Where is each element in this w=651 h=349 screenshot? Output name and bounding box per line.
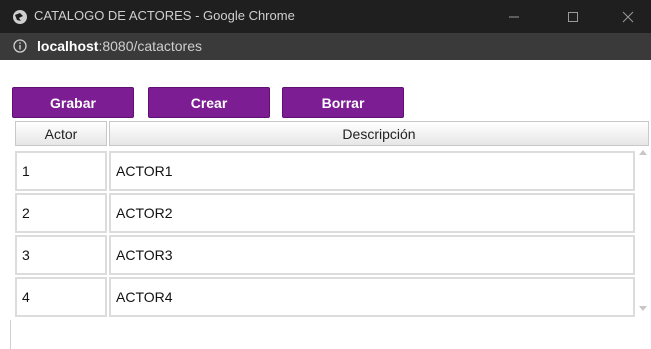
address-bar[interactable]: localhost:8080/catactores — [0, 33, 651, 60]
table-row[interactable]: 4 ACTOR4 — [13, 277, 637, 317]
grabar-button[interactable]: Grabar — [12, 87, 134, 118]
globe-icon — [13, 10, 27, 24]
url-host: localhost — [37, 38, 99, 54]
info-icon[interactable] — [13, 39, 27, 53]
close-icon — [622, 11, 634, 22]
window-title: CATALOGO DE ACTORES - Google Chrome — [34, 8, 295, 23]
actor-cell[interactable]: 2 — [15, 193, 107, 233]
scroll-up-arrow-icon[interactable] — [639, 150, 647, 155]
crear-button[interactable]: Crear — [148, 87, 270, 118]
table-row[interactable]: 2 ACTOR2 — [13, 193, 637, 233]
grid-scrollbar[interactable] — [637, 150, 649, 320]
maximize-icon — [568, 11, 578, 22]
url-text: localhost:8080/catactores — [37, 38, 202, 54]
descripcion-cell[interactable]: ACTOR4 — [109, 277, 635, 317]
borrar-button[interactable]: Borrar — [282, 87, 404, 118]
window-titlebar: CATALOGO DE ACTORES - Google Chrome — [0, 0, 651, 33]
maximize-button[interactable] — [550, 0, 596, 33]
descripcion-cell[interactable]: ACTOR2 — [109, 193, 635, 233]
descripcion-cell[interactable]: ACTOR1 — [109, 151, 635, 191]
close-button[interactable] — [605, 0, 651, 33]
minimize-button[interactable] — [491, 0, 537, 33]
descripcion-cell[interactable]: ACTOR3 — [109, 235, 635, 275]
actors-grid: Actor Descripción 1 ACTOR1 2 ACTOR2 3 AC… — [13, 121, 651, 323]
actor-cell[interactable]: 4 — [15, 277, 107, 317]
table-row[interactable]: 3 ACTOR3 — [13, 235, 637, 275]
minimize-icon — [509, 16, 519, 17]
table-row[interactable]: 1 ACTOR1 — [13, 151, 637, 191]
column-header-actor[interactable]: Actor — [15, 121, 107, 146]
actor-cell[interactable]: 1 — [15, 151, 107, 191]
column-header-descripcion[interactable]: Descripción — [109, 121, 649, 146]
divider — [10, 320, 11, 349]
url-path: :8080/catactores — [98, 38, 202, 54]
scroll-down-arrow-icon[interactable] — [639, 306, 647, 311]
actor-cell[interactable]: 3 — [15, 235, 107, 275]
